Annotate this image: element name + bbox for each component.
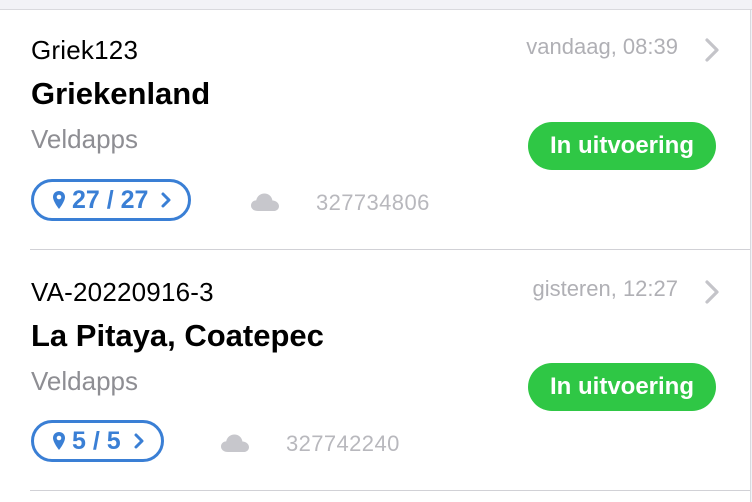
order-code: Griek123 [31,35,139,65]
location-pin-icon [53,191,65,209]
locations-count: 5 / 5 [72,426,121,455]
order-number: 327734806 [316,190,430,215]
list-item[interactable]: VA-20220916-3 gisteren, 12:27 La Pitaya,… [0,251,750,491]
chevron-right-icon[interactable] [704,279,720,305]
company-name: Veldapps [31,366,138,396]
chevron-right-icon [161,192,171,208]
order-title: La Pitaya, Coatepec [31,318,324,353]
row-divider [30,249,750,250]
cloud-icon [251,193,279,211]
locations-button[interactable]: 27 / 27 [31,179,192,221]
order-title: Griekenland [31,76,211,111]
status-badge: In uitvoering [528,122,716,170]
top-strip [0,0,752,10]
timestamp: vandaag, 08:39 [526,34,678,59]
row-divider [30,490,750,491]
timestamp: gisteren, 12:27 [532,276,678,301]
company-name: Veldapps [31,124,138,154]
order-list: Griek123 vandaag, 08:39 Griekenland Veld… [0,10,751,502]
locations-count: 27 / 27 [72,185,149,214]
order-code: VA-20220916-3 [31,277,214,307]
cloud-icon [221,434,249,452]
chevron-right-icon [134,433,144,449]
list-item[interactable]: Griek123 vandaag, 08:39 Griekenland Veld… [0,10,750,250]
status-badge: In uitvoering [528,363,716,411]
location-pin-icon [53,432,65,450]
chevron-right-icon[interactable] [704,37,720,63]
locations-button[interactable]: 5 / 5 [31,420,164,462]
order-number: 327742240 [286,431,400,456]
